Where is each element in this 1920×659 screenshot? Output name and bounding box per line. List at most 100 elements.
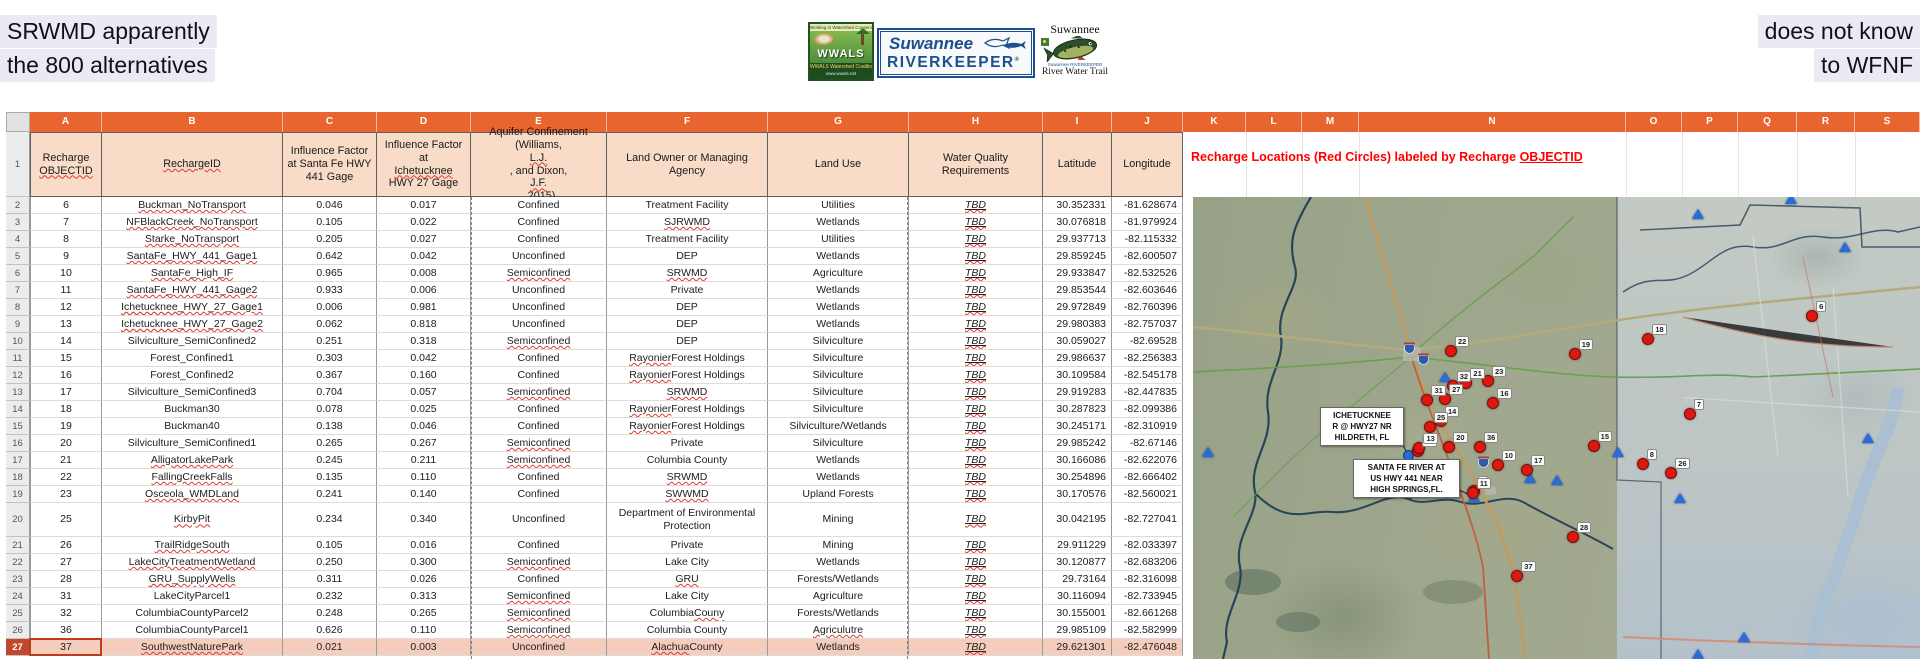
cell-C7[interactable]: 0.933 <box>283 282 377 299</box>
cell-D21[interactable]: 0.016 <box>377 537 471 554</box>
row-header-22[interactable]: 22 <box>6 554 30 571</box>
cell-F24[interactable]: Lake City <box>607 588 768 605</box>
cell-G11[interactable]: Silviculture <box>768 350 909 367</box>
cell-A16[interactable]: 20 <box>30 435 102 452</box>
cell-C25[interactable]: 0.248 <box>283 605 377 622</box>
cell-G20[interactable]: Mining <box>768 503 909 537</box>
cell-D4[interactable]: 0.027 <box>377 231 471 248</box>
cell-I25[interactable]: 30.155001 <box>1043 605 1112 622</box>
cell-C22[interactable]: 0.250 <box>283 554 377 571</box>
row-header-11[interactable]: 11 <box>6 350 30 367</box>
cell-E19[interactable]: Confined <box>471 486 607 503</box>
cell-I20[interactable]: 30.042195 <box>1043 503 1112 537</box>
cell-E17[interactable]: Semiconfined <box>471 452 607 469</box>
row-header-14[interactable]: 14 <box>6 401 30 418</box>
cell-F16[interactable]: Private <box>607 435 768 452</box>
cell-C13[interactable]: 0.704 <box>283 384 377 401</box>
cell-B19[interactable]: Osceola_WMDLand <box>102 486 283 503</box>
row-header-25[interactable]: 25 <box>6 605 30 622</box>
cell-J26[interactable]: -82.582999 <box>1112 622 1183 639</box>
cell-G17[interactable]: Wetlands <box>768 452 909 469</box>
cell-A17[interactable]: 21 <box>30 452 102 469</box>
cell-D12[interactable]: 0.160 <box>377 367 471 384</box>
cell-B18[interactable]: FallingCreekFalls <box>102 469 283 486</box>
cell-D17[interactable]: 0.211 <box>377 452 471 469</box>
cell-B21[interactable]: TrailRidgeSouth <box>102 537 283 554</box>
cell-J16[interactable]: -82.67146 <box>1112 435 1183 452</box>
cell-F7[interactable]: Private <box>607 282 768 299</box>
cell-G15[interactable]: Silviculture/Wetlands <box>768 418 909 435</box>
cell-H9[interactable]: TBD <box>909 316 1043 333</box>
cell-E8[interactable]: Unconfined <box>471 299 607 316</box>
cell-H8[interactable]: TBD <box>909 299 1043 316</box>
cell-A6[interactable]: 10 <box>30 265 102 282</box>
column-header-P[interactable]: P <box>1682 112 1738 132</box>
cell-C10[interactable]: 0.251 <box>283 333 377 350</box>
sheet-corner-box[interactable] <box>6 112 30 132</box>
cell-G14[interactable]: Silviculture <box>768 401 909 418</box>
cell-C16[interactable]: 0.265 <box>283 435 377 452</box>
cell-C12[interactable]: 0.367 <box>283 367 377 384</box>
cell-C21[interactable]: 0.105 <box>283 537 377 554</box>
cell-H7[interactable]: TBD <box>909 282 1043 299</box>
cell-B13[interactable]: Silviculture_SemiConfined3 <box>102 384 283 401</box>
cell-D10[interactable]: 0.318 <box>377 333 471 350</box>
cell-J4[interactable]: -82.115332 <box>1112 231 1183 248</box>
cell-J24[interactable]: -82.733945 <box>1112 588 1183 605</box>
cell-C14[interactable]: 0.078 <box>283 401 377 418</box>
cell-J6[interactable]: -82.532526 <box>1112 265 1183 282</box>
cell-C19[interactable]: 0.241 <box>283 486 377 503</box>
cell-B12[interactable]: Forest_Confined2 <box>102 367 283 384</box>
cell-B2[interactable]: Buckman_NoTransport <box>102 197 283 214</box>
row-header-23[interactable]: 23 <box>6 571 30 588</box>
cell-I26[interactable]: 29.985109 <box>1043 622 1112 639</box>
cell-D15[interactable]: 0.046 <box>377 418 471 435</box>
cell-B6[interactable]: SantaFe_High_IF <box>102 265 283 282</box>
cell-G7[interactable]: Wetlands <box>768 282 909 299</box>
header-cell-H[interactable]: Water Quality Requirements <box>909 132 1043 197</box>
cell-H26[interactable]: TBD <box>909 622 1043 639</box>
column-header-J[interactable]: J <box>1112 112 1183 132</box>
cell-I14[interactable]: 30.287823 <box>1043 401 1112 418</box>
cell-E7[interactable]: Unconfined <box>471 282 607 299</box>
cell-F20[interactable]: Department of Environmental Protection <box>607 503 768 537</box>
cell-B9[interactable]: Ichetucknee_HWY_27_Gage2 <box>102 316 283 333</box>
cell-F9[interactable]: DEP <box>607 316 768 333</box>
cell-A8[interactable]: 12 <box>30 299 102 316</box>
column-header-G[interactable]: G <box>768 112 909 132</box>
cell-B10[interactable]: Silviculture_SemiConfined2 <box>102 333 283 350</box>
recharge-locations-map[interactable]: ICHETUCKNEE R @ HWY27 NR HILDRETH, FL SA… <box>1193 197 1920 659</box>
cell-F21[interactable]: Private <box>607 537 768 554</box>
column-header-H[interactable]: H <box>909 112 1043 132</box>
cell-G8[interactable]: Wetlands <box>768 299 909 316</box>
cell-G13[interactable]: Silviculture <box>768 384 909 401</box>
header-cell-I[interactable]: Latitude <box>1043 132 1112 197</box>
cell-D3[interactable]: 0.022 <box>377 214 471 231</box>
cell-A20[interactable]: 25 <box>30 503 102 537</box>
cell-J15[interactable]: -82.310919 <box>1112 418 1183 435</box>
cell-I17[interactable]: 30.166086 <box>1043 452 1112 469</box>
header-cell-E[interactable]: Aquifer Confinement (Williams, L.J., and… <box>471 132 607 197</box>
cell-B17[interactable]: AlligatorLakePark <box>102 452 283 469</box>
column-header-S[interactable]: S <box>1855 112 1920 132</box>
cell-F2[interactable]: Treatment Facility <box>607 197 768 214</box>
cell-D18[interactable]: 0.110 <box>377 469 471 486</box>
cell-H11[interactable]: TBD <box>909 350 1043 367</box>
cell-E10[interactable]: Semiconfined <box>471 333 607 350</box>
cell-A9[interactable]: 13 <box>30 316 102 333</box>
cell-E16[interactable]: Semiconfined <box>471 435 607 452</box>
cell-D11[interactable]: 0.042 <box>377 350 471 367</box>
cell-H13[interactable]: TBD <box>909 384 1043 401</box>
row-header-3[interactable]: 3 <box>6 214 30 231</box>
cell-I3[interactable]: 30.076818 <box>1043 214 1112 231</box>
cell-E18[interactable]: Confined <box>471 469 607 486</box>
cell-A21[interactable]: 26 <box>30 537 102 554</box>
cell-C11[interactable]: 0.303 <box>283 350 377 367</box>
cell-E25[interactable]: Semiconfined <box>471 605 607 622</box>
row-header-21[interactable]: 21 <box>6 537 30 554</box>
cell-J22[interactable]: -82.683206 <box>1112 554 1183 571</box>
row-header-24[interactable]: 24 <box>6 588 30 605</box>
row-header-9[interactable]: 9 <box>6 316 30 333</box>
cell-H6[interactable]: TBD <box>909 265 1043 282</box>
cell-G23[interactable]: Forests/Wetlands <box>768 571 909 588</box>
